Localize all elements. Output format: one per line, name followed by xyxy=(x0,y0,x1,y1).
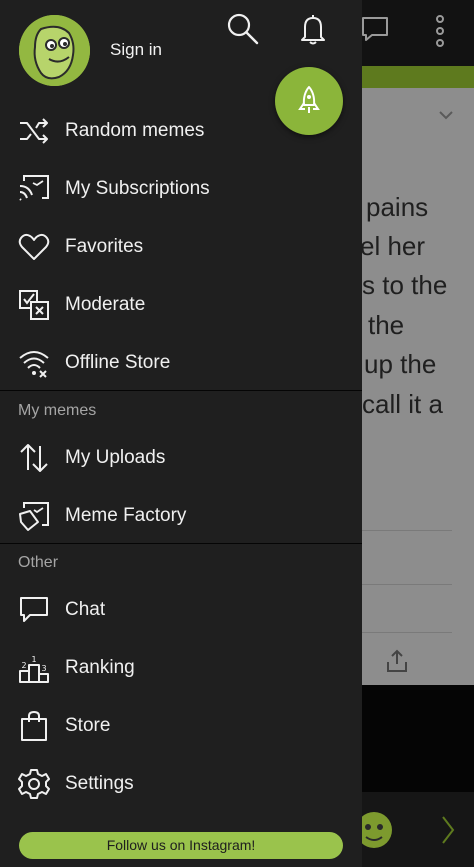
svg-text:3: 3 xyxy=(41,664,46,673)
moderate-icon xyxy=(18,289,50,321)
up-down-arrows-icon xyxy=(18,442,50,474)
avatar[interactable] xyxy=(19,15,90,86)
svg-text:2: 2 xyxy=(21,661,26,670)
heart-icon xyxy=(18,231,50,263)
menu-item-label: Meme Factory xyxy=(65,505,187,526)
divider xyxy=(362,530,452,531)
more-vertical-icon[interactable] xyxy=(432,14,448,48)
menu-item-my-uploads[interactable]: My Uploads xyxy=(0,428,362,486)
chat-bubble-icon xyxy=(18,594,50,626)
podium-icon: 213 xyxy=(18,652,50,684)
menu-item-random-memes[interactable]: Random memes xyxy=(0,101,362,159)
sign-in-link[interactable]: Sign in xyxy=(110,40,162,60)
divider xyxy=(0,543,362,544)
menu-item-favorites[interactable]: Favorites xyxy=(0,217,362,275)
divider xyxy=(362,632,452,633)
menu-item-label: Ranking xyxy=(65,657,135,678)
menu-item-meme-factory[interactable]: Meme Factory xyxy=(0,486,362,544)
background-text-line: pains xyxy=(366,192,429,222)
chevron-down-icon xyxy=(438,110,454,120)
menu-item-label: My Uploads xyxy=(65,447,166,468)
bell-icon[interactable] xyxy=(296,12,330,46)
section-title-other: Other xyxy=(18,554,59,571)
wifi-off-icon xyxy=(18,347,50,379)
background-text-line: el her xyxy=(360,231,426,261)
divider xyxy=(0,390,362,391)
background-text-line: s to the xyxy=(362,270,448,300)
subscriptions-icon xyxy=(18,173,50,205)
menu-item-chat[interactable]: Chat xyxy=(0,580,362,638)
menu-item-label: My Subscriptions xyxy=(65,178,210,199)
menu-item-moderate[interactable]: Moderate xyxy=(0,275,362,333)
background-text-line: the xyxy=(368,310,405,340)
meme-factory-icon xyxy=(18,500,50,532)
menu-item-settings[interactable]: Settings xyxy=(0,754,362,812)
shopping-bag-icon xyxy=(18,710,50,742)
menu-item-label: Store xyxy=(65,715,111,736)
menu-item-label: Chat xyxy=(65,599,106,620)
section-title-my-memes: My memes xyxy=(18,402,97,419)
menu-item-label: Offline Store xyxy=(65,352,171,373)
menu-item-label: Settings xyxy=(65,773,134,794)
menu-item-label: Random memes xyxy=(65,120,205,141)
background-text-line: call it a xyxy=(362,389,443,419)
share-icon[interactable] xyxy=(384,648,410,674)
shuffle-icon xyxy=(18,115,50,147)
menu-item-label: Moderate xyxy=(65,294,146,315)
search-icon[interactable] xyxy=(226,12,260,46)
divider xyxy=(362,584,452,585)
svg-text:1: 1 xyxy=(31,655,36,664)
background-text-line: up the xyxy=(364,349,437,379)
navigation-drawer: Sign in Random memes My Subscriptions Fa… xyxy=(0,0,362,867)
follow-instagram-button[interactable]: Follow us on Instagram! xyxy=(19,832,343,859)
menu-item-my-subscriptions[interactable]: My Subscriptions xyxy=(0,159,362,217)
menu-item-store[interactable]: Store xyxy=(0,696,362,754)
menu-item-label: Favorites xyxy=(65,236,144,257)
chevron-right-icon[interactable] xyxy=(440,814,456,846)
menu-item-ranking[interactable]: 213 Ranking xyxy=(0,638,362,696)
menu-item-offline-store[interactable]: Offline Store xyxy=(0,333,362,391)
gear-icon xyxy=(18,768,50,800)
chat-icon[interactable] xyxy=(360,14,390,44)
